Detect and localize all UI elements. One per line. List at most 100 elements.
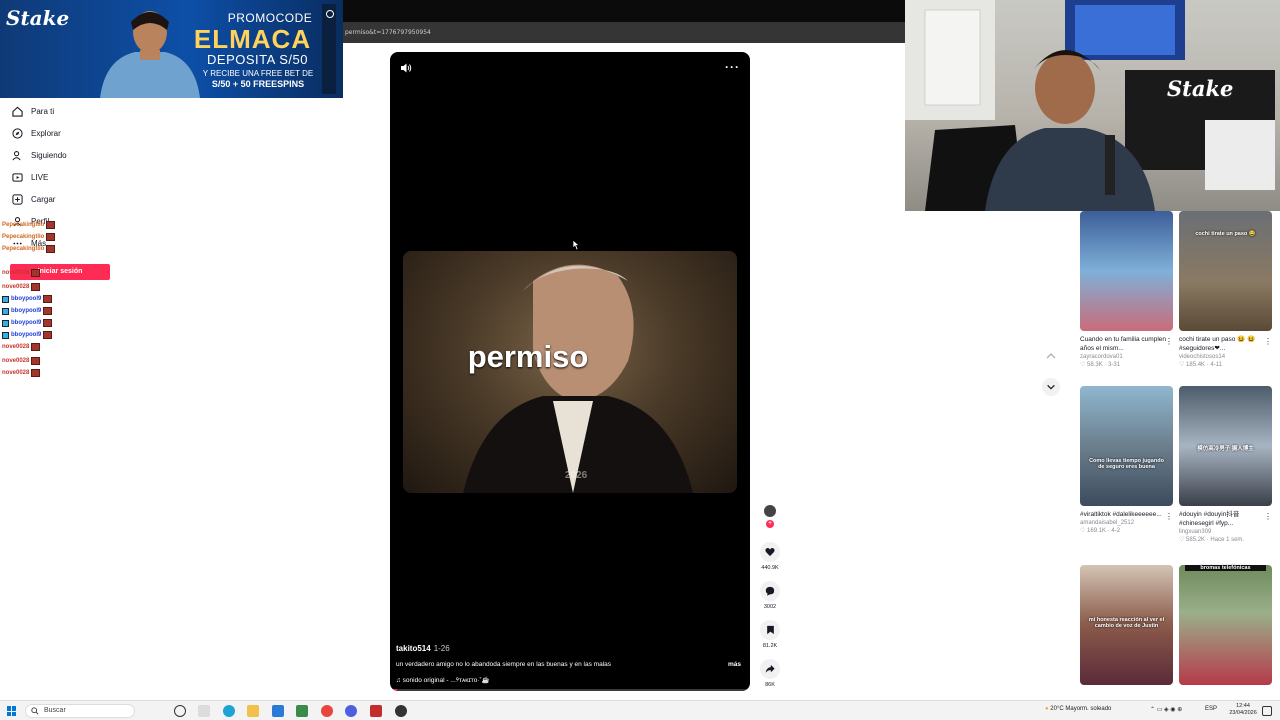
edge-icon[interactable] — [223, 705, 235, 717]
recommended-video[interactable]: bromas telefónicas — [1179, 565, 1272, 685]
share-icon — [765, 664, 775, 673]
video-date: 3-31 — [1108, 362, 1121, 368]
following-icon — [12, 150, 21, 160]
video-progress-bar[interactable] — [390, 689, 750, 691]
address-bar[interactable]: permiso&t=1776797950954 — [343, 22, 905, 43]
more-options-icon[interactable]: ··· — [725, 60, 740, 74]
obs-icon[interactable] — [395, 705, 407, 717]
author-avatar[interactable] — [764, 505, 776, 517]
video-thumbnail[interactable] — [1080, 386, 1173, 506]
recommended-video[interactable]: Cuando en tu familia cumplen años el mis… — [1080, 211, 1173, 368]
emote-icon — [31, 343, 41, 351]
like-action[interactable]: 440.9K — [760, 542, 780, 571]
scroll-down-button[interactable] — [1042, 378, 1060, 396]
scroll-up-icon[interactable] — [1045, 350, 1057, 362]
video-user[interactable]: zayracordova01 — [1080, 354, 1173, 360]
video-date: 1-26 — [433, 644, 450, 653]
video-date: 4-11 — [1210, 362, 1222, 368]
chat-message: nove0028 — [2, 268, 41, 278]
promo-line4: Y RECIBE UNA FREE BET DE — [202, 69, 314, 78]
app-icon[interactable] — [296, 705, 308, 717]
recommended-video[interactable]: 模仿高冷男子 摄人博主 #douyin #douyin抖音 #chinesegi… — [1179, 386, 1272, 543]
live-icon — [12, 172, 23, 182]
streamer-photo — [100, 11, 200, 98]
volume-icon[interactable] — [400, 62, 412, 74]
video-title[interactable]: #douyin #douyin抖音 #chinesegirl #fyp... — [1179, 510, 1272, 528]
clock-time: 12:44 — [1236, 703, 1250, 709]
author-username[interactable]: takito514 — [396, 644, 431, 653]
chat-message: Pepecakingtilo — [2, 220, 56, 230]
file-explorer-icon[interactable] — [247, 705, 259, 717]
more-options-icon[interactable]: ⋮ — [1165, 337, 1173, 346]
chrome-icon[interactable] — [321, 705, 333, 717]
promo-banner[interactable]: Stake PROMOCODE ELMACA DEPOSITA S/50 Y R… — [0, 0, 343, 98]
sidebar-item-siguiendo[interactable]: Siguiendo — [12, 145, 67, 165]
notification-icon[interactable] — [1262, 706, 1272, 716]
store-icon[interactable] — [272, 705, 284, 717]
promo-line1: PROMOCODE — [227, 11, 313, 25]
promo-code: ELMACA — [193, 24, 312, 54]
thumbnail-caption: bromas telefónicas — [1185, 565, 1266, 571]
weather-widget[interactable]: ● 20°C Mayorm. soleado — [1045, 706, 1111, 712]
save-action[interactable]: 81.2K — [760, 620, 780, 649]
video-user[interactable]: lingxuan309 — [1179, 529, 1272, 535]
chat-username: nove0028 — [2, 284, 30, 290]
more-options-icon[interactable]: ⋮ — [1165, 512, 1173, 521]
more-options-icon[interactable]: ⋮ — [1264, 512, 1272, 521]
sidebar-item-label: Siguiendo — [31, 150, 67, 160]
chevron-down-icon — [1047, 384, 1055, 390]
video-thumbnail[interactable] — [1179, 211, 1272, 331]
taskbar-search[interactable]: Buscar — [25, 704, 135, 718]
taskbar-clock[interactable]: 12:44 23/04/2026 — [1228, 703, 1258, 717]
subscriber-badge-icon — [2, 331, 9, 339]
video-user[interactable]: videochistosos14 — [1179, 354, 1272, 360]
subscriber-badge-icon — [2, 319, 9, 327]
video-title[interactable]: cochi tirate un paso 😆 😆#seguidores❤... — [1179, 335, 1272, 353]
sidebar-item-para-ti[interactable]: Para ti — [12, 101, 54, 121]
streamer-webcam: Stake — [905, 0, 1280, 211]
chat-username: bboypool9 — [11, 296, 42, 302]
sound-link[interactable]: ♫ sonido original - ...୨ᴛᴀᴋɪᴛᴏ·˚☕ — [396, 676, 490, 685]
more-options-icon[interactable]: ⋮ — [1264, 337, 1272, 346]
browser-top-bar — [343, 0, 905, 22]
system-tray-icons[interactable]: ⌃ ▭ ◈ ◉ ⊕ — [1150, 706, 1182, 713]
video-thumbnail[interactable] — [1179, 565, 1272, 685]
like-count: 169.1K — [1087, 528, 1107, 534]
cortana-icon[interactable] — [174, 705, 186, 717]
language-indicator[interactable]: ESP — [1205, 706, 1217, 712]
video-thumbnail[interactable] — [1080, 211, 1173, 331]
comment-action[interactable]: 3002 — [760, 581, 780, 610]
video-author[interactable]: takito514 1-26 — [396, 644, 450, 653]
video-title[interactable]: #viraltiktok #dalelikeeeeee... — [1080, 510, 1173, 519]
like-count: 58.3K — [1087, 362, 1103, 368]
chat-username: nove0028 — [2, 344, 30, 350]
recommended-video[interactable]: Como llevas tiempo jugando de seguro ere… — [1080, 386, 1173, 534]
windows-start-icon[interactable] — [7, 706, 17, 716]
like-count: 585.2K — [1186, 537, 1206, 543]
sidebar-item-cargar[interactable]: Cargar — [12, 189, 55, 209]
emote-icon — [43, 319, 53, 327]
sidebar-item-explorar[interactable]: Explorar — [12, 123, 61, 143]
sidebar-item-live[interactable]: LIVE — [12, 167, 48, 187]
video-player[interactable]: ··· permiso 2026 takito514 1-26 un verdad… — [390, 52, 750, 691]
task-view-icon[interactable] — [198, 705, 210, 717]
follow-button[interactable]: + — [766, 520, 774, 528]
emote-icon — [31, 369, 41, 377]
recommended-video[interactable]: cochi tirate un paso 😂 cochi tirate un p… — [1179, 211, 1272, 368]
subscriber-badge-icon — [2, 295, 9, 303]
chat-username: nove0028 — [2, 370, 30, 376]
chat-username: nove0028 — [2, 358, 30, 364]
discord-icon[interactable] — [345, 705, 357, 717]
share-action[interactable]: 86K — [760, 659, 780, 688]
video-user[interactable]: amandaisabel_2512 — [1080, 520, 1173, 526]
caption-more-link[interactable]: más — [728, 661, 741, 668]
sidebar-item-label: Cargar — [31, 194, 56, 204]
upload-icon — [12, 193, 23, 205]
recommended-video[interactable]: mi honesta reacción al ver el cambio de … — [1080, 565, 1173, 685]
video-frame: permiso 2026 — [403, 251, 737, 493]
chat-message: nove0028 — [2, 356, 41, 366]
media-app-icon[interactable] — [370, 705, 382, 717]
video-title[interactable]: Cuando en tu familia cumplen años el mis… — [1080, 335, 1173, 353]
chat-message: nove0028 — [2, 282, 41, 292]
stake-logo: Stake — [6, 6, 70, 30]
